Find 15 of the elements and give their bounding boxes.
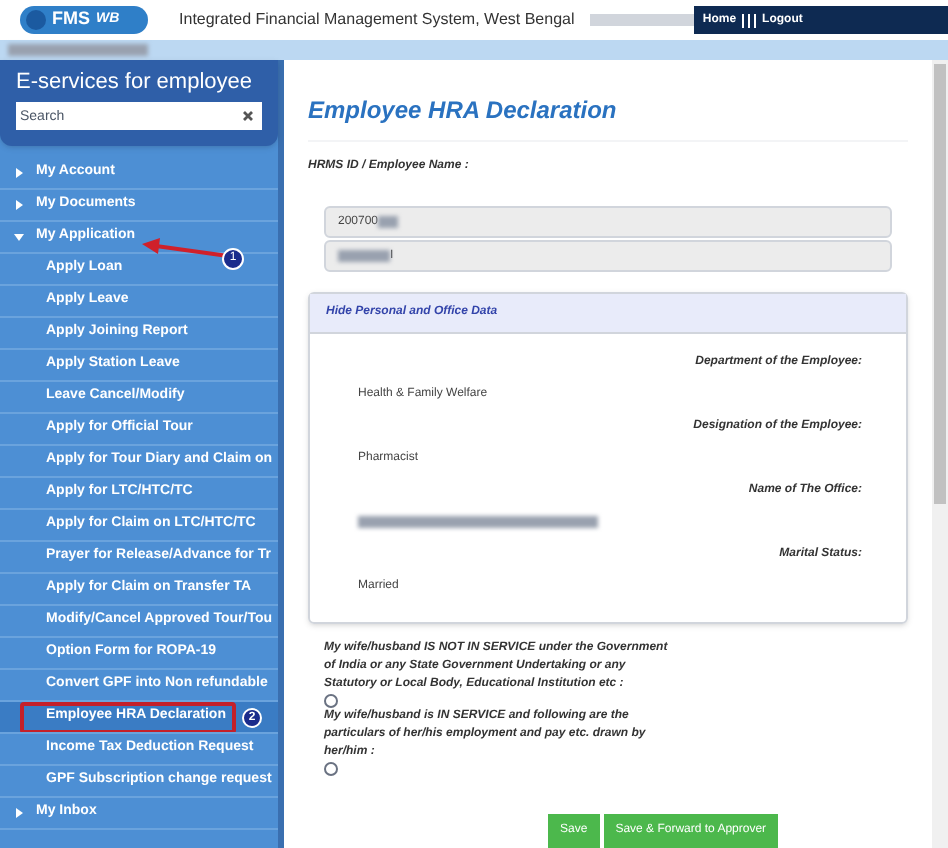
caret-right-icon xyxy=(14,200,24,210)
radio-button[interactable] xyxy=(324,762,338,776)
redacted-mark xyxy=(338,250,390,262)
redacted-mark xyxy=(378,216,399,228)
radio-button[interactable] xyxy=(324,694,338,708)
caret-right-icon xyxy=(14,168,24,178)
close-icon[interactable] xyxy=(242,110,254,122)
scrollbar[interactable] xyxy=(932,60,948,848)
caret-right-icon xyxy=(14,808,24,818)
page-title: Employee HRA Declaration xyxy=(308,92,908,142)
sidebar-title: E-services for employee xyxy=(16,68,254,96)
separator-bars xyxy=(742,13,757,27)
header-title: Integrated Financial Management System, West Bengal xyxy=(179,8,575,32)
redacted-mark xyxy=(8,44,148,56)
caret-down-icon xyxy=(14,232,24,242)
